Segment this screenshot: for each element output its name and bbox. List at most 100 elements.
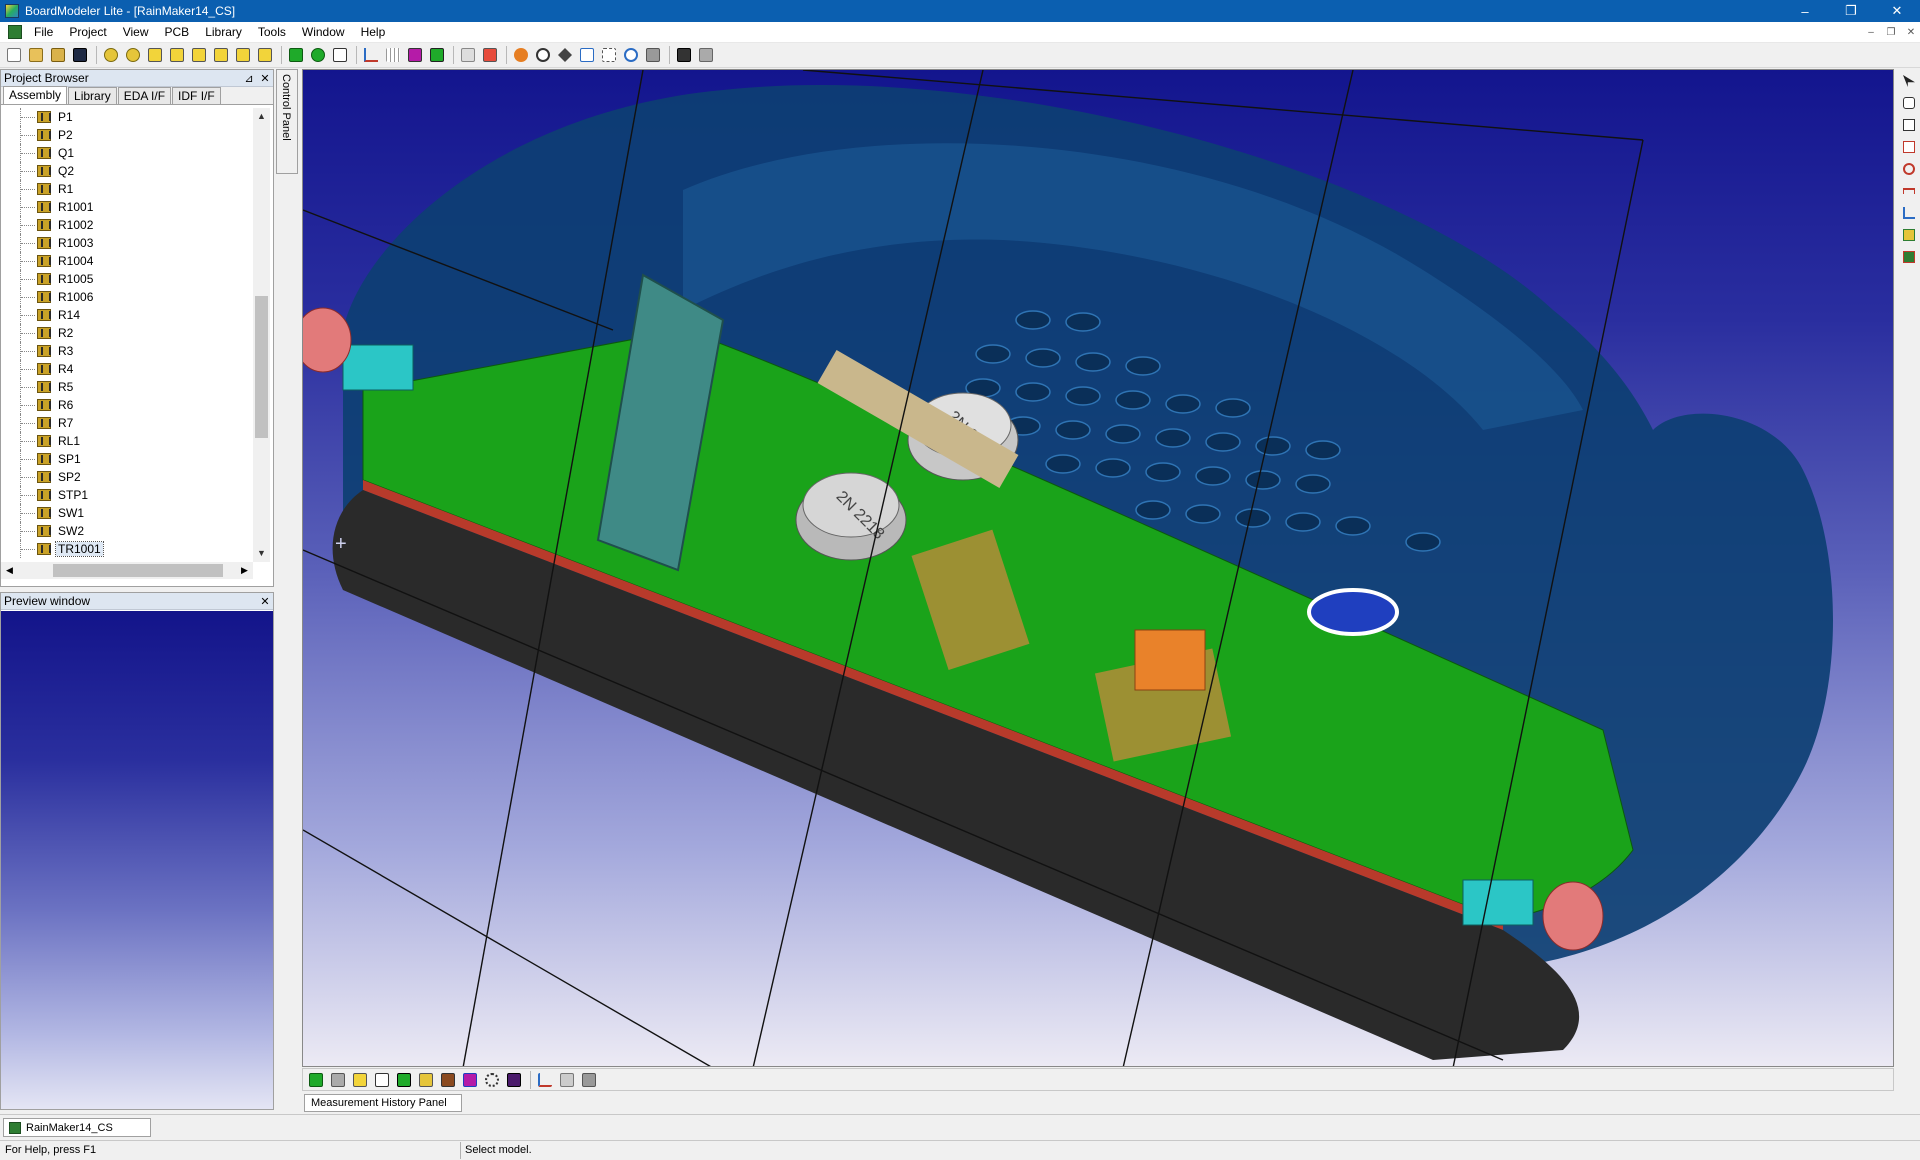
- 3d-viewport[interactable]: 2N 2218 2N 2218 +: [302, 69, 1894, 1067]
- hscroll-thumb[interactable]: [53, 564, 223, 577]
- component-tool-3-icon[interactable]: [189, 45, 209, 65]
- measure-radius-icon[interactable]: [1899, 159, 1919, 179]
- menu-help[interactable]: Help: [353, 22, 394, 43]
- restore-button[interactable]: ❐: [1828, 0, 1874, 22]
- tree-item-q1[interactable]: Q1: [1, 144, 253, 162]
- minimize-button[interactable]: –: [1782, 0, 1828, 22]
- zoom-in-icon[interactable]: [533, 45, 553, 65]
- scroll-up-icon[interactable]: ▲: [253, 108, 270, 125]
- measure-angle-icon[interactable]: [1899, 203, 1919, 223]
- tree-item-r2[interactable]: R2: [1, 324, 253, 342]
- view-wire-icon[interactable]: [372, 1070, 392, 1090]
- view-export-icon[interactable]: [579, 1070, 599, 1090]
- mdi-minimize-button[interactable]: –: [1862, 22, 1880, 43]
- tab-assembly[interactable]: Assembly: [3, 86, 68, 104]
- tree-vertical-scrollbar[interactable]: ▲ ▼: [253, 108, 270, 562]
- tab-library[interactable]: Library: [68, 87, 117, 104]
- tree-item-sp2[interactable]: SP2: [1, 468, 253, 486]
- board-green-2-icon[interactable]: [308, 45, 328, 65]
- tree-horizontal-scrollbar[interactable]: ◀ ▶: [1, 562, 253, 579]
- menu-file[interactable]: File: [26, 22, 61, 43]
- tree-item-r1002[interactable]: R1002: [1, 216, 253, 234]
- import-outline-icon[interactable]: [123, 45, 143, 65]
- document-icon[interactable]: [8, 25, 22, 39]
- tree-item-tr1001[interactable]: TR1001: [1, 540, 253, 558]
- print-preview-icon[interactable]: [696, 45, 716, 65]
- mirror-icon[interactable]: [480, 45, 500, 65]
- component-tool-1-icon[interactable]: [145, 45, 165, 65]
- view-component-icon[interactable]: [416, 1070, 436, 1090]
- scroll-left-icon[interactable]: ◀: [1, 562, 18, 579]
- grid-icon[interactable]: [383, 45, 403, 65]
- tree-item-r1005[interactable]: R1005: [1, 270, 253, 288]
- component-tool-5-icon[interactable]: [233, 45, 253, 65]
- measure-note-icon[interactable]: [1899, 115, 1919, 135]
- view-list-icon[interactable]: [557, 1070, 577, 1090]
- preview-close-button[interactable]: ✕: [257, 595, 273, 608]
- tree-item-r4[interactable]: R4: [1, 360, 253, 378]
- mdi-restore-button[interactable]: ❐: [1882, 22, 1900, 43]
- save-icon[interactable]: [70, 45, 90, 65]
- align-icon[interactable]: [458, 45, 478, 65]
- tree-item-p1[interactable]: P1: [1, 108, 253, 126]
- measure-check-icon[interactable]: [1899, 247, 1919, 267]
- tree-item-r3[interactable]: R3: [1, 342, 253, 360]
- tree-item-sw1[interactable]: SW1: [1, 504, 253, 522]
- pin-icon[interactable]: ⊿: [241, 72, 257, 85]
- pan-icon[interactable]: [555, 45, 575, 65]
- view-top-icon[interactable]: [306, 1070, 326, 1090]
- new-file-icon[interactable]: [4, 45, 24, 65]
- mdi-close-button[interactable]: ✕: [1902, 22, 1920, 43]
- view-color-icon[interactable]: [460, 1070, 480, 1090]
- close-button[interactable]: ✕: [1874, 0, 1920, 22]
- zoom-out-icon[interactable]: [621, 45, 641, 65]
- menu-library[interactable]: Library: [197, 22, 250, 43]
- tree-item-sw2[interactable]: SW2: [1, 522, 253, 540]
- menu-pcb[interactable]: PCB: [157, 22, 198, 43]
- measurement-history-tab[interactable]: Measurement History Panel: [304, 1094, 462, 1112]
- board-outline-icon[interactable]: [330, 45, 350, 65]
- tab-eda-if[interactable]: EDA I/F: [117, 87, 172, 104]
- layer-color-icon[interactable]: [405, 45, 425, 65]
- menu-view[interactable]: View: [115, 22, 157, 43]
- axis-icon[interactable]: [361, 45, 381, 65]
- view-brown-icon[interactable]: [438, 1070, 458, 1090]
- menu-tools[interactable]: Tools: [250, 22, 294, 43]
- hand-pan-icon[interactable]: [1899, 93, 1919, 113]
- view-bottom-icon[interactable]: [328, 1070, 348, 1090]
- scroll-thumb[interactable]: [255, 296, 268, 438]
- layer-view-icon[interactable]: [427, 45, 447, 65]
- menu-project[interactable]: Project: [61, 22, 114, 43]
- document-tab[interactable]: RainMaker14_CS: [3, 1118, 151, 1137]
- view-render-icon[interactable]: [504, 1070, 524, 1090]
- view-light-icon[interactable]: [482, 1070, 502, 1090]
- tree-item-r1[interactable]: R1: [1, 180, 253, 198]
- open-folder-icon[interactable]: [26, 45, 46, 65]
- tree-item-stp1[interactable]: STP1: [1, 486, 253, 504]
- menu-window[interactable]: Window: [294, 22, 353, 43]
- measure-clearance-icon[interactable]: [1899, 225, 1919, 245]
- project-browser-close-button[interactable]: ✕: [257, 72, 273, 85]
- tree-item-q2[interactable]: Q2: [1, 162, 253, 180]
- component-tool-6-icon[interactable]: [255, 45, 275, 65]
- zoom-window-icon[interactable]: [599, 45, 619, 65]
- tree-item-sp1[interactable]: SP1: [1, 450, 253, 468]
- tree-item-r5[interactable]: R5: [1, 378, 253, 396]
- scroll-down-icon[interactable]: ▼: [253, 545, 270, 562]
- rotate-icon[interactable]: [511, 45, 531, 65]
- tree-item-r1001[interactable]: R1001: [1, 198, 253, 216]
- view-yellow-icon[interactable]: [350, 1070, 370, 1090]
- view-axis-icon[interactable]: [535, 1070, 555, 1090]
- tree-item-r1004[interactable]: R1004: [1, 252, 253, 270]
- board-green-icon[interactable]: [286, 45, 306, 65]
- scroll-right-icon[interactable]: ▶: [236, 562, 253, 579]
- tree-item-r7[interactable]: R7: [1, 414, 253, 432]
- view-reset-icon[interactable]: [643, 45, 663, 65]
- select-pointer-icon[interactable]: [1899, 71, 1919, 91]
- preview-canvas[interactable]: [1, 611, 273, 1109]
- import-board-icon[interactable]: [101, 45, 121, 65]
- tree-item-r1006[interactable]: R1006: [1, 288, 253, 306]
- print-icon[interactable]: [674, 45, 694, 65]
- measure-distance-icon[interactable]: [1899, 181, 1919, 201]
- tree-item-r14[interactable]: R14: [1, 306, 253, 324]
